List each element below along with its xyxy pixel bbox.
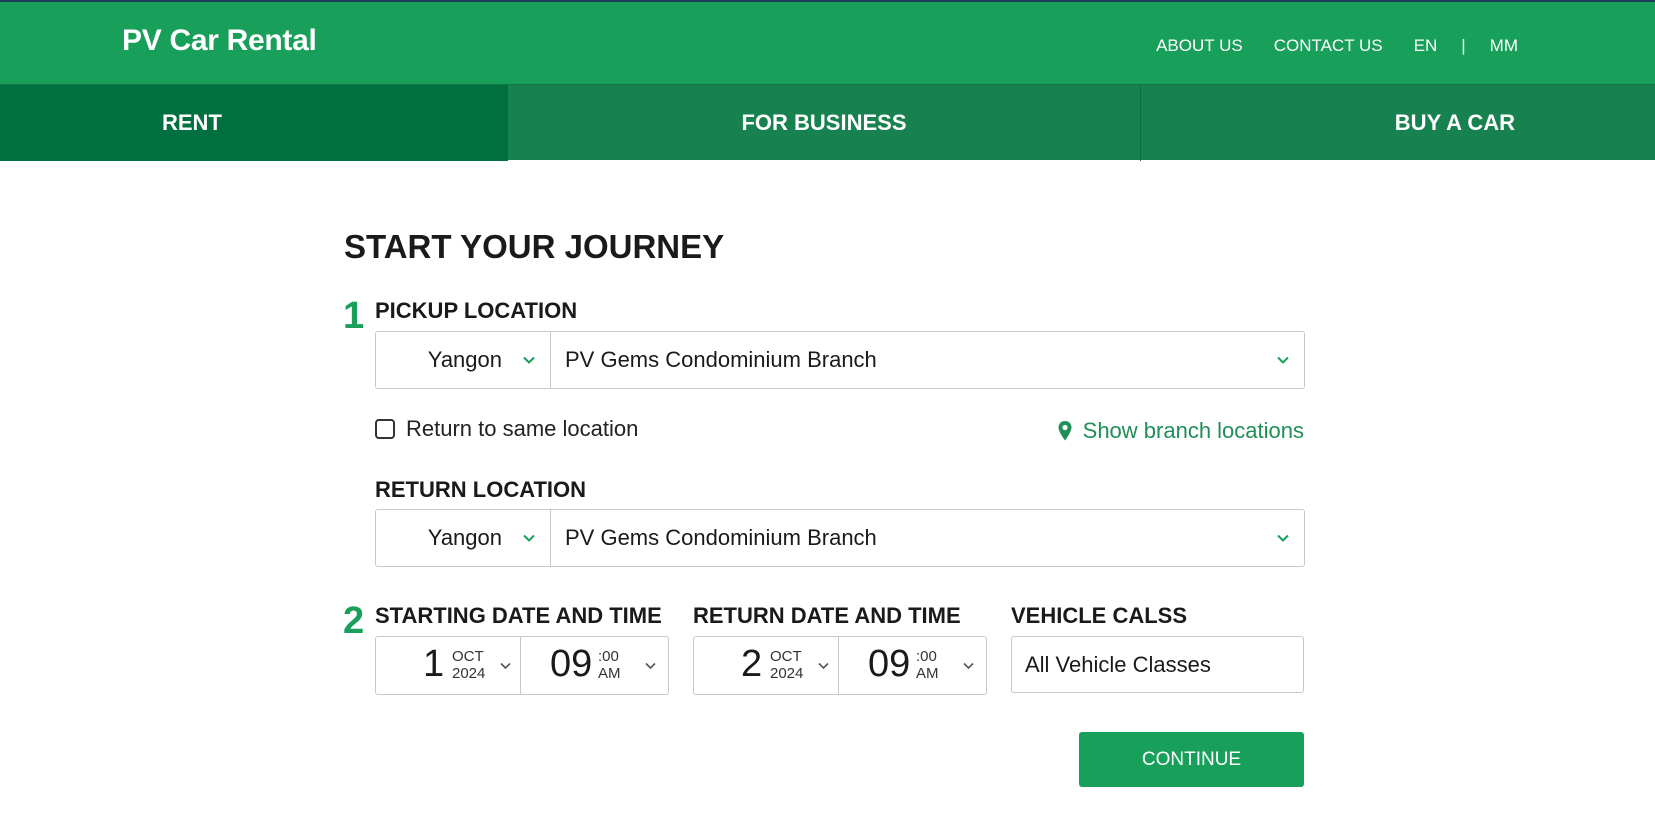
return-same-location-row: Return to same location bbox=[375, 416, 638, 442]
pickup-city-select[interactable]: Yangon bbox=[376, 332, 551, 388]
chevron-down-icon bbox=[499, 659, 512, 672]
show-branch-locations-link[interactable]: Show branch locations bbox=[1057, 418, 1304, 444]
return-ampm: AM bbox=[916, 665, 939, 682]
return-date-select[interactable]: 2 OCT 2024 bbox=[694, 637, 839, 694]
return-hour: 09 bbox=[868, 643, 911, 685]
return-date-time-label: RETURN DATE AND TIME bbox=[693, 603, 961, 628]
chevron-down-icon bbox=[1276, 531, 1290, 545]
chevron-down-icon bbox=[1276, 353, 1290, 367]
vehicle-class-value: All Vehicle Classes bbox=[1025, 651, 1211, 677]
language-en-link[interactable]: EN bbox=[1414, 36, 1438, 56]
tab-for-business[interactable]: FOR BUSINESS bbox=[507, 85, 1141, 161]
tab-rent[interactable]: RENT bbox=[0, 85, 507, 161]
chevron-down-icon bbox=[817, 659, 830, 672]
about-us-link[interactable]: ABOUT US bbox=[1156, 36, 1243, 56]
return-same-location-checkbox[interactable] bbox=[375, 419, 395, 439]
start-time-select[interactable]: 09 :00 AM bbox=[521, 637, 668, 694]
map-pin-icon bbox=[1057, 420, 1073, 442]
chevron-down-icon bbox=[644, 659, 657, 672]
starting-date-time-label: STARTING DATE AND TIME bbox=[375, 603, 662, 628]
step-number-2: 2 bbox=[343, 600, 365, 642]
start-datetime-picker: 1 OCT 2024 09 :00 AM bbox=[375, 636, 669, 695]
return-same-location-label[interactable]: Return to same location bbox=[406, 416, 638, 442]
pickup-location-label: PICKUP LOCATION bbox=[375, 298, 578, 323]
return-time-select[interactable]: 09 :00 AM bbox=[839, 637, 986, 694]
brand-logo[interactable]: PV Car Rental bbox=[122, 24, 317, 58]
top-header: PV Car Rental ABOUT US CONTACT US EN | M… bbox=[0, 0, 1655, 84]
tab-buy-a-car[interactable]: BUY A CAR bbox=[1141, 85, 1655, 161]
return-minute: :00 bbox=[916, 648, 937, 665]
pickup-city-value: Yangon bbox=[427, 347, 502, 372]
return-location-label: RETURN LOCATION bbox=[375, 477, 587, 502]
return-city-select[interactable]: Yangon bbox=[376, 510, 551, 566]
start-day: 1 bbox=[423, 643, 445, 685]
vehicle-class-label: VEHICLE CALSS bbox=[1011, 603, 1188, 628]
chevron-down-icon bbox=[522, 353, 536, 367]
return-month: OCT bbox=[770, 648, 802, 665]
contact-us-link[interactable]: CONTACT US bbox=[1274, 36, 1383, 56]
return-branch-select[interactable]: PV Gems Condominium Branch bbox=[551, 510, 1304, 566]
pickup-location-select: Yangon PV Gems Condominium Branch bbox=[375, 331, 1305, 389]
continue-button[interactable]: CONTINUE bbox=[1079, 732, 1304, 787]
chevron-down-icon bbox=[962, 659, 975, 672]
return-year: 2024 bbox=[770, 665, 804, 682]
start-ampm: AM bbox=[598, 665, 621, 682]
return-city-value: Yangon bbox=[427, 525, 502, 550]
start-date-select[interactable]: 1 OCT 2024 bbox=[376, 637, 521, 694]
pickup-branch-select[interactable]: PV Gems Condominium Branch bbox=[551, 332, 1304, 388]
language-mm-link[interactable]: MM bbox=[1490, 36, 1518, 56]
return-day: 2 bbox=[741, 643, 763, 685]
chevron-down-icon bbox=[522, 531, 536, 545]
start-minute: :00 bbox=[598, 648, 619, 665]
start-year: 2024 bbox=[452, 665, 486, 682]
start-month: OCT bbox=[452, 648, 484, 665]
vehicle-class-select[interactable]: All Vehicle Classes bbox=[1011, 636, 1304, 693]
main-tabs: RENT FOR BUSINESS BUY A CAR bbox=[0, 84, 1655, 161]
return-location-select: Yangon PV Gems Condominium Branch bbox=[375, 509, 1305, 567]
language-separator: | bbox=[1461, 36, 1466, 55]
top-nav: ABOUT US CONTACT US EN | MM bbox=[1156, 36, 1518, 56]
return-branch-value: PV Gems Condominium Branch bbox=[565, 525, 877, 550]
start-hour: 09 bbox=[550, 643, 593, 685]
page-title: START YOUR JOURNEY bbox=[344, 228, 725, 265]
step-number-1: 1 bbox=[343, 295, 365, 337]
pickup-branch-value: PV Gems Condominium Branch bbox=[565, 347, 877, 372]
return-datetime-picker: 2 OCT 2024 09 :00 AM bbox=[693, 636, 987, 695]
show-branch-locations-label: Show branch locations bbox=[1082, 418, 1304, 443]
